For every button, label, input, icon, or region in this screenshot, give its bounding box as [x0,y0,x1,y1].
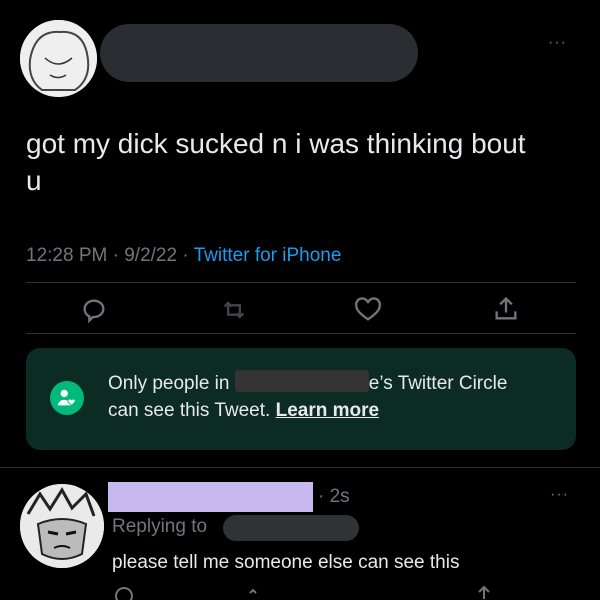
share-icon[interactable] [472,584,496,600]
author-avatar-illustration [20,20,97,97]
retweet-icon[interactable] [220,296,248,324]
tweet-actions [0,292,600,328]
like-icon[interactable] [354,296,382,324]
reply-more-menu[interactable]: ··· [550,486,569,504]
circle-prefix: Only people in [108,373,230,394]
tweet-date: 9/2/22 [124,245,178,266]
divider [26,282,576,283]
author-avatar[interactable] [20,20,97,97]
meta-separator: · [182,245,189,266]
circle-owner-redacted [234,370,369,392]
divider [0,467,600,468]
reply-avatar-illustration [20,484,104,568]
circle-line2: can see this Tweet. [108,400,271,421]
replying-to-label: Replying to [112,516,208,537]
reply-icon[interactable] [112,584,136,600]
twitter-circle-notice: Only people in e’s Twitter Circle can se… [26,348,576,450]
tweet-source-link[interactable]: Twitter for iPhone [194,245,342,266]
circle-people-icon [50,381,84,415]
circle-suffix: e’s Twitter Circle [368,373,508,394]
circle-notice-text: Only people in e’s Twitter Circle can se… [108,370,568,424]
learn-more-link[interactable]: Learn more [276,400,379,421]
reply-icon[interactable] [80,296,108,324]
reply-avatar[interactable] [20,484,104,568]
tweet-time: 12:28 PM [26,245,108,266]
reply-author-name-redacted [108,482,313,512]
circle-notice-line1: Only people in e’s Twitter Circle [108,370,568,397]
circle-notice-line2: can see this Tweet. Learn more [108,397,568,424]
tweet-meta: 12:28 PM · 9/2/22 · Twitter for iPhone [26,245,341,267]
replying-to: Replying to [112,516,207,538]
reply-actions [0,584,600,600]
retweet-icon[interactable] [246,584,270,600]
reply-text: please tell me someone else can see this [112,552,460,573]
tweet-text: got my dick sucked n i was thinking bout… [26,128,526,196]
author-name-redacted [100,24,418,82]
tweet-more-menu[interactable]: ··· [548,34,567,52]
replying-to-handle-redacted[interactable] [223,515,359,541]
reply-time: · 2s [318,486,350,507]
meta-separator: · [112,245,119,266]
share-icon[interactable] [492,294,520,324]
divider [26,333,576,334]
